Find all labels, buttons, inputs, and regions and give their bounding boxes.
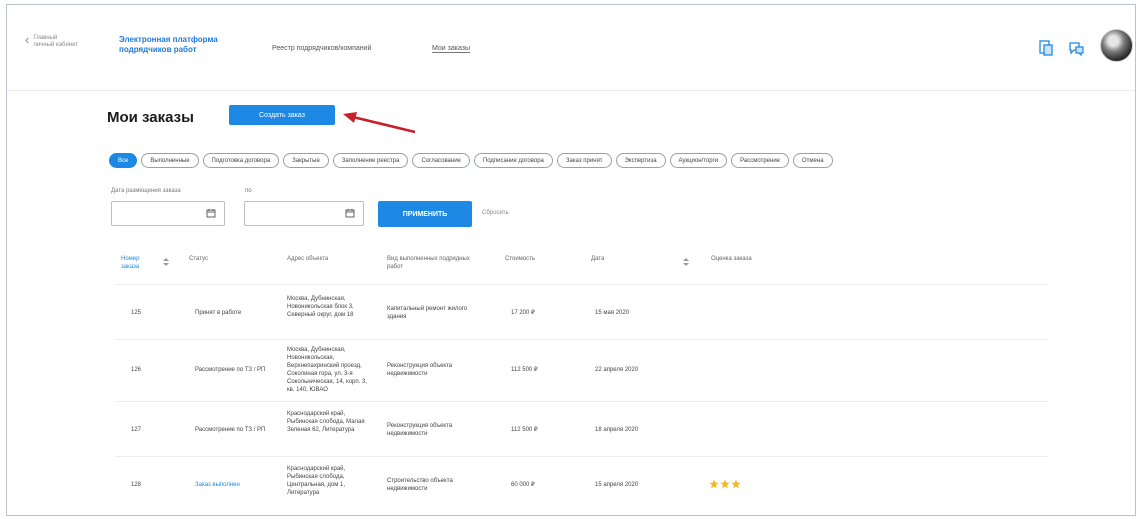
order-number[interactable]: 127 — [131, 426, 141, 434]
chip-review[interactable]: Рассмотрение — [731, 153, 790, 168]
top-header: ‹ Главный личный кабинет Электронная пла… — [7, 5, 1135, 91]
chip-order-accepted[interactable]: Заказ принят — [556, 153, 612, 168]
reset-filter-link[interactable]: Сбросить — [482, 210, 509, 216]
platform-title[interactable]: Электронная платформа подрядчиков работ — [119, 35, 239, 55]
date-to-input[interactable] — [244, 201, 364, 226]
orders-table: Номер заказа Статус Адрес объекта Вид вы… — [115, 245, 1049, 515]
sort-icon[interactable] — [163, 258, 169, 266]
status-filter-chips: Все Выполненные Подготовка договора Закр… — [109, 153, 833, 168]
apply-filter-button[interactable]: ПРИМЕНИТЬ — [378, 201, 472, 227]
document-icon[interactable] — [1037, 39, 1055, 57]
order-date: 22 апреля 2020 — [595, 367, 639, 373]
order-number[interactable]: 126 — [131, 366, 141, 374]
chip-approval[interactable]: Согласование — [412, 153, 470, 168]
table-row[interactable]: 125 Принят в работе Москва, Дубнинская, … — [115, 285, 1049, 340]
table-row[interactable]: 126 Рассмотрение по ТЗ / РП Москва, Дубн… — [115, 340, 1049, 402]
order-address: Москва, Дубнинская, Новоникольская, Верх… — [287, 347, 367, 393]
order-work-type: Капитальный ремонт жилого здания — [387, 306, 468, 320]
order-cost: 60 000 ₽ — [511, 482, 535, 488]
calendar-icon[interactable] — [206, 208, 216, 218]
order-date: 18 апреля 2020 — [595, 427, 639, 433]
order-status: Принят в работе — [195, 310, 242, 316]
order-address: Краснодарский край, Рыбинская слобода, Ц… — [287, 466, 346, 496]
order-cost: 17 200 ₽ — [511, 310, 535, 316]
page-title: Мои заказы — [107, 109, 194, 126]
calendar-icon[interactable] — [345, 208, 355, 218]
chip-cancelled[interactable]: Отмена — [793, 153, 833, 168]
column-header-order-number[interactable]: Номер заказа — [121, 255, 151, 271]
order-date: 15 мая 2020 — [595, 310, 630, 316]
chat-icon[interactable] — [1067, 39, 1085, 57]
chip-all[interactable]: Все — [109, 153, 138, 168]
table-row[interactable]: 128 Заказ выполнен Краснодарский край, Р… — [115, 457, 1049, 515]
column-header-rating: Оценка заказа — [711, 256, 752, 262]
column-header-work-type: Вид выполненных подрядных работ — [387, 256, 470, 270]
star-icon — [720, 479, 730, 489]
sort-icon[interactable] — [683, 258, 689, 266]
order-number[interactable]: 128 — [131, 481, 141, 489]
chip-expertise[interactable]: Экспертиза — [615, 153, 666, 168]
order-cost: 112 500 ₽ — [511, 367, 538, 373]
column-header-date: Дата — [591, 256, 605, 262]
annotation-arrow-icon — [343, 112, 416, 134]
back-link-line1: Главный — [33, 35, 58, 41]
order-address: Краснодарский край, Рыбинская слобода, М… — [287, 411, 365, 433]
create-order-button[interactable]: Создать заказ — [229, 105, 335, 125]
table-header: Номер заказа Статус Адрес объекта Вид вы… — [115, 245, 1049, 285]
table-row[interactable]: 127 Рассмотрение по ТЗ / РП Краснодарски… — [115, 402, 1049, 457]
chip-auction[interactable]: Аукцион/торги — [669, 153, 728, 168]
column-header-cost: Стоимость — [505, 256, 536, 262]
order-cost: 112 500 ₽ — [511, 427, 538, 433]
back-link-line2: личный кабинет — [33, 42, 79, 48]
order-address: Москва, Дубнинская, Новоникольская блок … — [287, 296, 354, 318]
platform-title-line2: подрядчиков работ — [119, 45, 197, 54]
back-link-text: Главный личный кабинет — [33, 35, 78, 49]
column-header-address: Адрес объекта — [287, 256, 329, 262]
chip-closed[interactable]: Закрытые — [283, 153, 329, 168]
order-status: Рассмотрение по ТЗ / РП — [195, 367, 266, 373]
chevron-left-icon: ‹ — [25, 32, 30, 47]
nav-my-orders[interactable]: Мои заказы — [432, 45, 471, 53]
platform-title-line1: Электронная платформа — [119, 35, 218, 44]
user-avatar[interactable] — [1100, 29, 1133, 62]
star-icon — [731, 479, 741, 489]
nav-contractors-registry[interactable]: Реестр подрядчиков/компаний — [272, 45, 371, 52]
chip-registry[interactable]: Заполнение реестра — [332, 153, 409, 168]
chip-contract-signing[interactable]: Подписание договора — [473, 153, 553, 168]
date-from-input[interactable] — [111, 201, 225, 226]
back-link[interactable]: ‹ Главный личный кабинет — [25, 32, 78, 49]
order-status[interactable]: Заказ выполнен — [195, 481, 240, 489]
order-date: 15 апреля 2020 — [595, 482, 639, 488]
chip-completed[interactable]: Выполненные — [141, 153, 199, 168]
app-window: ‹ Главный личный кабинет Электронная пла… — [6, 4, 1136, 516]
order-number[interactable]: 125 — [131, 309, 141, 317]
column-header-status: Статус — [189, 256, 208, 262]
chip-contract-prep[interactable]: Подготовка договора — [202, 153, 280, 168]
date-to-label: по — [245, 188, 252, 194]
date-from-label: Дата размещения заказа — [111, 188, 181, 194]
order-work-type: Реконструкция объекта недвижимости — [387, 363, 453, 377]
order-status: Рассмотрение по ТЗ / РП — [195, 427, 266, 433]
order-work-type: Строительство объекта недвижимости — [387, 478, 453, 492]
order-work-type: Реконструкция объекта недвижимости — [387, 423, 453, 437]
order-rating — [709, 479, 741, 489]
star-icon — [709, 479, 719, 489]
